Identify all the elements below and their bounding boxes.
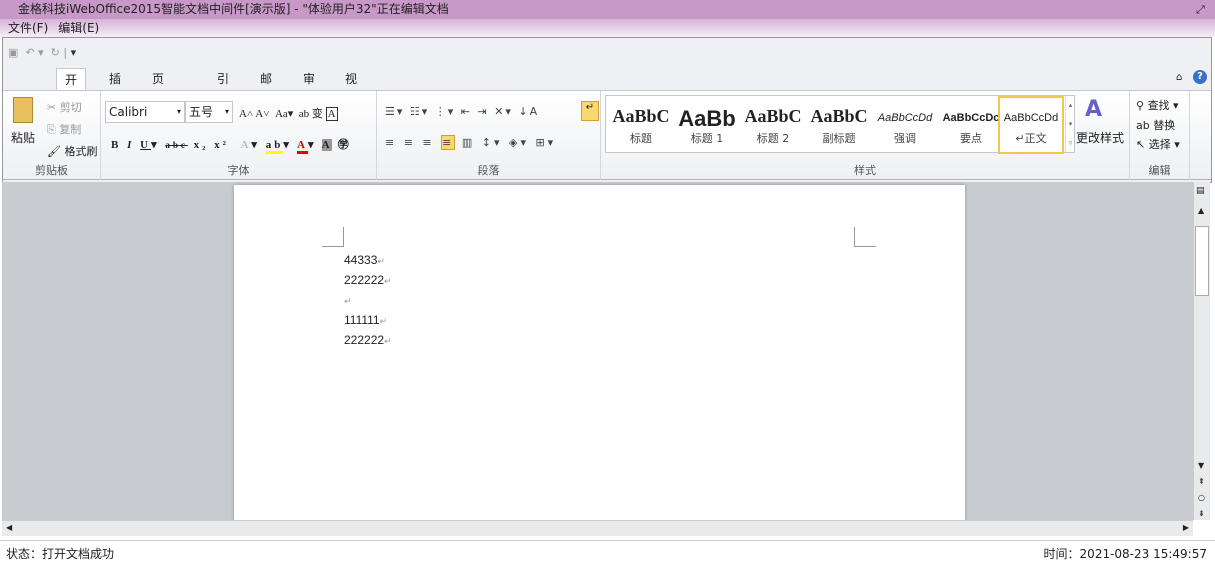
change-styles-icon: A xyxy=(1085,97,1103,122)
tab-review[interactable]: 审阅 xyxy=(295,68,323,108)
vertical-scrollbar[interactable]: ▤ ▲ ▼ ⇞ ○ ⇟ xyxy=(1193,182,1210,520)
status-bar: 状态：打开文档成功 时间：2021-08-23 15:49:57 xyxy=(0,540,1215,567)
style-normal[interactable]: AaBbCcDd ↵正文 xyxy=(998,96,1064,154)
style-strong[interactable]: AaBbCcDc 要点 xyxy=(938,96,1004,154)
show-marks-button[interactable]: ↵ xyxy=(581,101,599,121)
tab-view[interactable]: 视图 xyxy=(337,68,365,108)
paste-button[interactable]: 粘贴 xyxy=(11,129,35,146)
window-title: 金格科技iWebOffice2015智能文档中间件[演示版] - "体验用户32… xyxy=(18,2,449,16)
scroll-left-icon[interactable]: ◀ xyxy=(6,523,12,532)
status-time: 时间：2021-08-23 15:49:57 xyxy=(1043,547,1207,561)
change-styles-button[interactable]: 更改样式 xyxy=(1076,129,1124,146)
horizontal-scrollbar[interactable]: ◀ ▶ xyxy=(2,520,1193,536)
ruler-toggle-icon[interactable]: ▤ xyxy=(1196,186,1205,196)
font-size-buttons[interactable]: A˄ A˅ Aa▾ ab 变 A xyxy=(239,105,338,121)
paragraph-group: ☰▾ ☷▾ ⋮▾ ⇤ ⇥ ✕▾ ↓A ↵ ≡ ≡ ≡ ≡ ▥ ↕▾ ◈▾ ⊞▾ … xyxy=(377,91,601,180)
tab-layout[interactable]: 页面布局 xyxy=(144,68,172,152)
editing-group: ⚲ 查找 ▾ ab 替换 ↖ 选择 ▾ 编辑 xyxy=(1130,91,1190,180)
fullscreen-icon[interactable]: ⤢ xyxy=(1196,3,1205,17)
scroll-thumb[interactable] xyxy=(1195,226,1209,296)
tab-insert[interactable]: 插入 xyxy=(101,68,129,108)
select-button[interactable]: ↖ 选择 ▾ xyxy=(1136,136,1180,152)
document-page[interactable] xyxy=(234,185,965,520)
status-text: 状态：打开文档成功 xyxy=(6,547,115,561)
paragraph-label: 段落 xyxy=(477,164,500,177)
styles-gallery: AaBbC 标题 AaBb 标题 1 AaBbC 标题 2 AaBbC 副标题 AaBb… xyxy=(605,95,1075,154)
replace-button[interactable]: ab 替换 xyxy=(1136,117,1175,133)
menu-file[interactable]: 文件(F) xyxy=(8,21,48,35)
paste-icon[interactable] xyxy=(13,97,33,123)
clipboard-group: 粘贴 ✂ 剪切 ⎘ 复制 🖌 格式刷 剪贴板 xyxy=(3,91,101,180)
margin-mark xyxy=(322,227,344,247)
list-buttons[interactable]: ☰▾ ☷▾ ⋮▾ ⇤ ⇥ ✕▾ ↓A xyxy=(385,105,539,118)
margin-mark xyxy=(854,227,876,247)
collapse-ribbon-icon[interactable]: ⌂ xyxy=(1176,72,1182,83)
doc-line[interactable]: 111111↵ xyxy=(344,313,387,327)
doc-line[interactable]: ↵ xyxy=(344,293,352,307)
doc-line[interactable]: 222222↵ xyxy=(344,333,392,347)
scroll-right-icon[interactable]: ▶ xyxy=(1183,523,1189,532)
style-emphasis[interactable]: AaBbCcDd 强调 xyxy=(872,96,938,154)
find-button[interactable]: ⚲ 查找 ▾ xyxy=(1136,97,1179,113)
browse-buttons[interactable]: ▼ ⇞ ○ ⇟ xyxy=(1198,458,1205,522)
cut-button[interactable]: ✂ 剪切 xyxy=(47,99,82,115)
style-heading2[interactable]: AaBbC 标题 2 xyxy=(740,96,806,154)
format-painter-button[interactable]: 🖌 格式刷 xyxy=(47,143,97,159)
style-heading1[interactable]: AaBb 标题 1 xyxy=(674,96,740,154)
save-icon[interactable]: ▣ xyxy=(8,46,18,59)
editing-label: 编辑 xyxy=(1148,164,1171,177)
quick-access-toolbar: ▣ ↶ ▾ ↻ | ▾ xyxy=(8,46,77,59)
copy-button[interactable]: ⎘ 复制 xyxy=(47,121,81,137)
tab-references[interactable]: 引用 xyxy=(209,68,237,108)
font-format-buttons[interactable]: B I U▾ abc x₂ x² A▾ ab▾ A▾ A ㊫ xyxy=(111,136,352,154)
styles-scroll[interactable]: ▴ ▾ ▿ xyxy=(1065,96,1075,152)
ribbon: 粘贴 ✂ 剪切 ⎘ 复制 🖌 格式刷 剪贴板 Calibri ▾ 五号 ▾ A˄ A… xyxy=(3,90,1211,180)
font-group: Calibri ▾ 五号 ▾ A˄ A˅ Aa▾ ab 变 A B I U▾ abc… xyxy=(101,91,377,180)
clipboard-label: 剪贴板 xyxy=(35,164,68,177)
doc-line[interactable]: 44333↵ xyxy=(344,253,385,267)
font-label: 字体 xyxy=(227,164,250,177)
style-subtitle[interactable]: AaBbC 副标题 xyxy=(806,96,872,154)
tab-mailings[interactable]: 邮件 xyxy=(252,68,280,108)
font-name-select[interactable]: Calibri ▾ xyxy=(105,101,185,123)
redo-icon[interactable]: ↻ xyxy=(51,46,60,59)
menu-bar: 文件(F) 编辑(E) xyxy=(0,19,1215,37)
customize-icon[interactable]: ▾ xyxy=(71,46,77,59)
tab-home[interactable]: 开始 xyxy=(56,68,87,109)
style-title[interactable]: AaBbC 标题 xyxy=(608,96,674,154)
help-icon[interactable]: ? xyxy=(1193,70,1207,84)
font-size-select[interactable]: 五号 ▾ xyxy=(185,101,233,123)
scroll-up-icon[interactable]: ▲ xyxy=(1198,206,1204,215)
doc-line[interactable]: 222222↵ xyxy=(344,273,392,287)
styles-label: 样式 xyxy=(854,164,876,177)
align-buttons[interactable]: ≡ ≡ ≡ ≡ ▥ ↕▾ ◈▾ ⊞▾ xyxy=(385,135,556,150)
menu-edit[interactable]: 编辑(E) xyxy=(58,21,99,35)
title-bar: 金格科技iWebOffice2015智能文档中间件[演示版] - "体验用户32… xyxy=(0,0,1215,19)
undo-icon[interactable]: ↶ ▾ xyxy=(25,46,43,59)
